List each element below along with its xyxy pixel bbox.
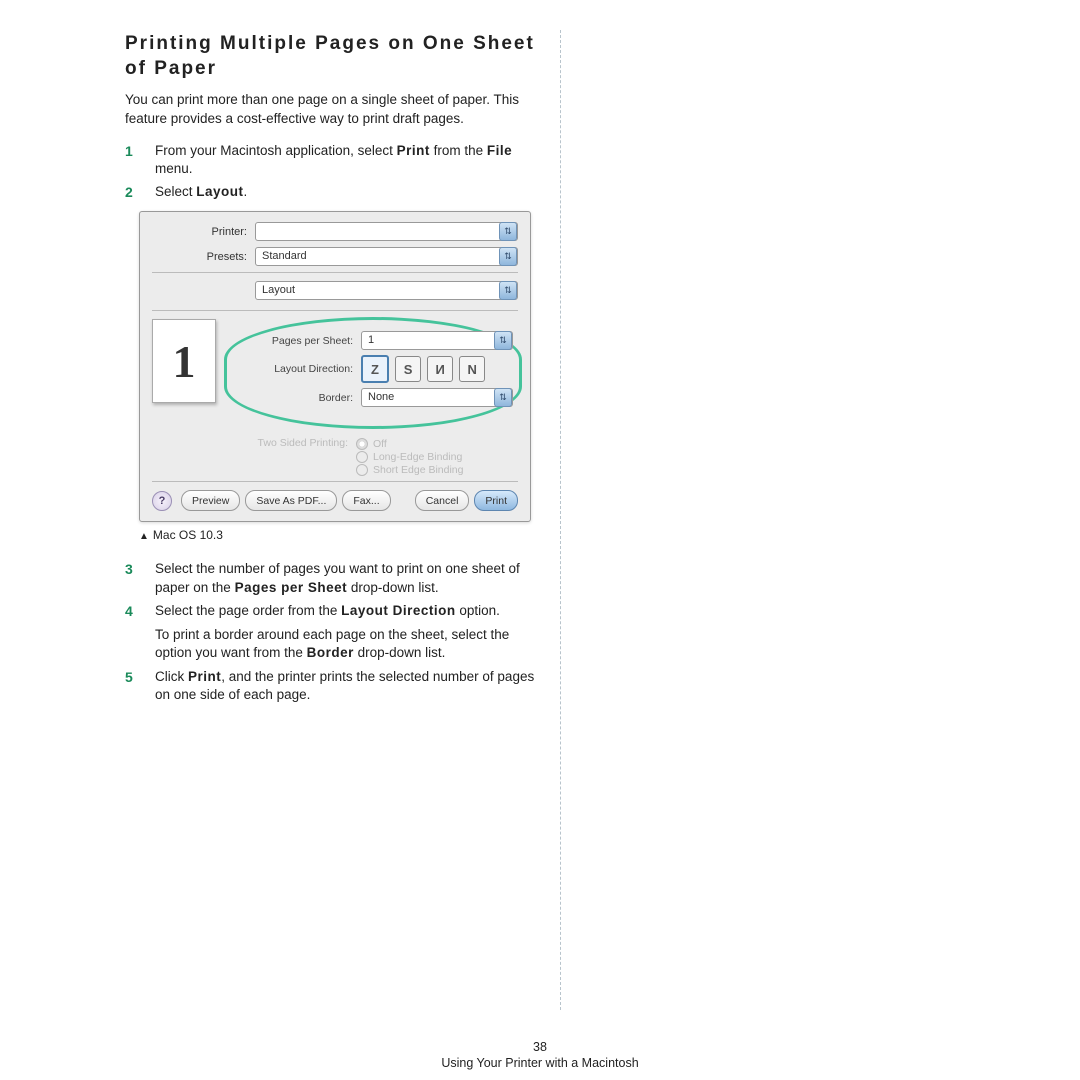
step-3: 3 Select the number of pages you want to… bbox=[125, 560, 545, 596]
printer-label: Printer: bbox=[152, 226, 255, 238]
two-sided-label: Two Sided Printing: bbox=[228, 437, 356, 449]
page-number: 38 bbox=[0, 1040, 1080, 1054]
layout-direction-buttons: Z S И N bbox=[361, 355, 488, 383]
print-button[interactable]: Print bbox=[474, 490, 518, 511]
title-line1: Printing Multiple Pages on One Sheet bbox=[125, 33, 535, 54]
direction-option-4[interactable]: N bbox=[459, 356, 485, 382]
page-footer: 38 Using Your Printer with a Macintosh bbox=[0, 1040, 1080, 1070]
steps-list-bottom: 3 Select the number of pages you want to… bbox=[125, 560, 545, 704]
layout-direction-label: Layout Direction: bbox=[233, 363, 361, 375]
dropdown-icon[interactable] bbox=[499, 222, 517, 241]
step-number: 4 bbox=[125, 602, 133, 621]
direction-option-1[interactable]: Z bbox=[361, 355, 389, 383]
layout-preview: 1 bbox=[152, 319, 216, 403]
cancel-button[interactable]: Cancel bbox=[415, 490, 470, 511]
two-sided-options: Off Long-Edge Binding Short Edge Binding bbox=[356, 437, 463, 477]
highlight-oval: Pages per Sheet: 1 Layout Direction: Z bbox=[224, 317, 522, 429]
print-dialog: Printer: Presets: Standard bbox=[139, 211, 531, 522]
step-number: 1 bbox=[125, 142, 133, 161]
printer-select[interactable] bbox=[255, 222, 518, 241]
step-4-extra: To print a border around each page on th… bbox=[155, 626, 545, 662]
dropdown-icon[interactable] bbox=[494, 331, 512, 350]
radio-short-edge bbox=[356, 464, 368, 476]
dropdown-icon[interactable] bbox=[499, 247, 517, 266]
dropdown-icon[interactable] bbox=[494, 388, 512, 407]
fax-button[interactable]: Fax... bbox=[342, 490, 390, 511]
step-number: 5 bbox=[125, 668, 133, 687]
presets-label: Presets: bbox=[152, 251, 255, 263]
preview-button[interactable]: Preview bbox=[181, 490, 240, 511]
radio-long-edge bbox=[356, 451, 368, 463]
section-title: Printing Multiple Pages on One Sheet of … bbox=[125, 32, 545, 81]
step-1: 1 From your Macintosh application, selec… bbox=[125, 142, 545, 178]
step-number: 3 bbox=[125, 560, 133, 579]
border-label: Border: bbox=[233, 392, 361, 404]
border-select[interactable]: None bbox=[361, 388, 513, 407]
radio-off bbox=[356, 438, 368, 450]
pages-per-sheet-label: Pages per Sheet: bbox=[233, 335, 361, 347]
step-number: 2 bbox=[125, 183, 133, 202]
step-2: 2 Select Layout. bbox=[125, 183, 545, 201]
section-select[interactable]: Layout bbox=[255, 281, 518, 300]
intro-paragraph: You can print more than one page on a si… bbox=[125, 91, 545, 127]
step-4: 4 Select the page order from the Layout … bbox=[125, 602, 545, 663]
figure-caption: ▲Mac OS 10.3 bbox=[139, 528, 545, 542]
footer-chapter: Using Your Printer with a Macintosh bbox=[0, 1056, 1080, 1070]
separator bbox=[152, 272, 518, 273]
pages-per-sheet-select[interactable]: 1 bbox=[361, 331, 513, 350]
save-as-pdf-button[interactable]: Save As PDF... bbox=[245, 490, 337, 511]
step-5: 5 Click Print, and the printer prints th… bbox=[125, 668, 545, 704]
title-line2: of Paper bbox=[125, 58, 217, 79]
direction-option-2[interactable]: S bbox=[395, 356, 421, 382]
column-divider bbox=[560, 30, 561, 1010]
direction-option-3[interactable]: И bbox=[427, 356, 453, 382]
separator bbox=[152, 481, 518, 482]
dropdown-icon[interactable] bbox=[499, 281, 517, 300]
steps-list-top: 1 From your Macintosh application, selec… bbox=[125, 142, 545, 202]
separator bbox=[152, 310, 518, 311]
presets-select[interactable]: Standard bbox=[255, 247, 518, 266]
help-button[interactable]: ? bbox=[152, 491, 172, 511]
triangle-icon: ▲ bbox=[139, 531, 149, 542]
